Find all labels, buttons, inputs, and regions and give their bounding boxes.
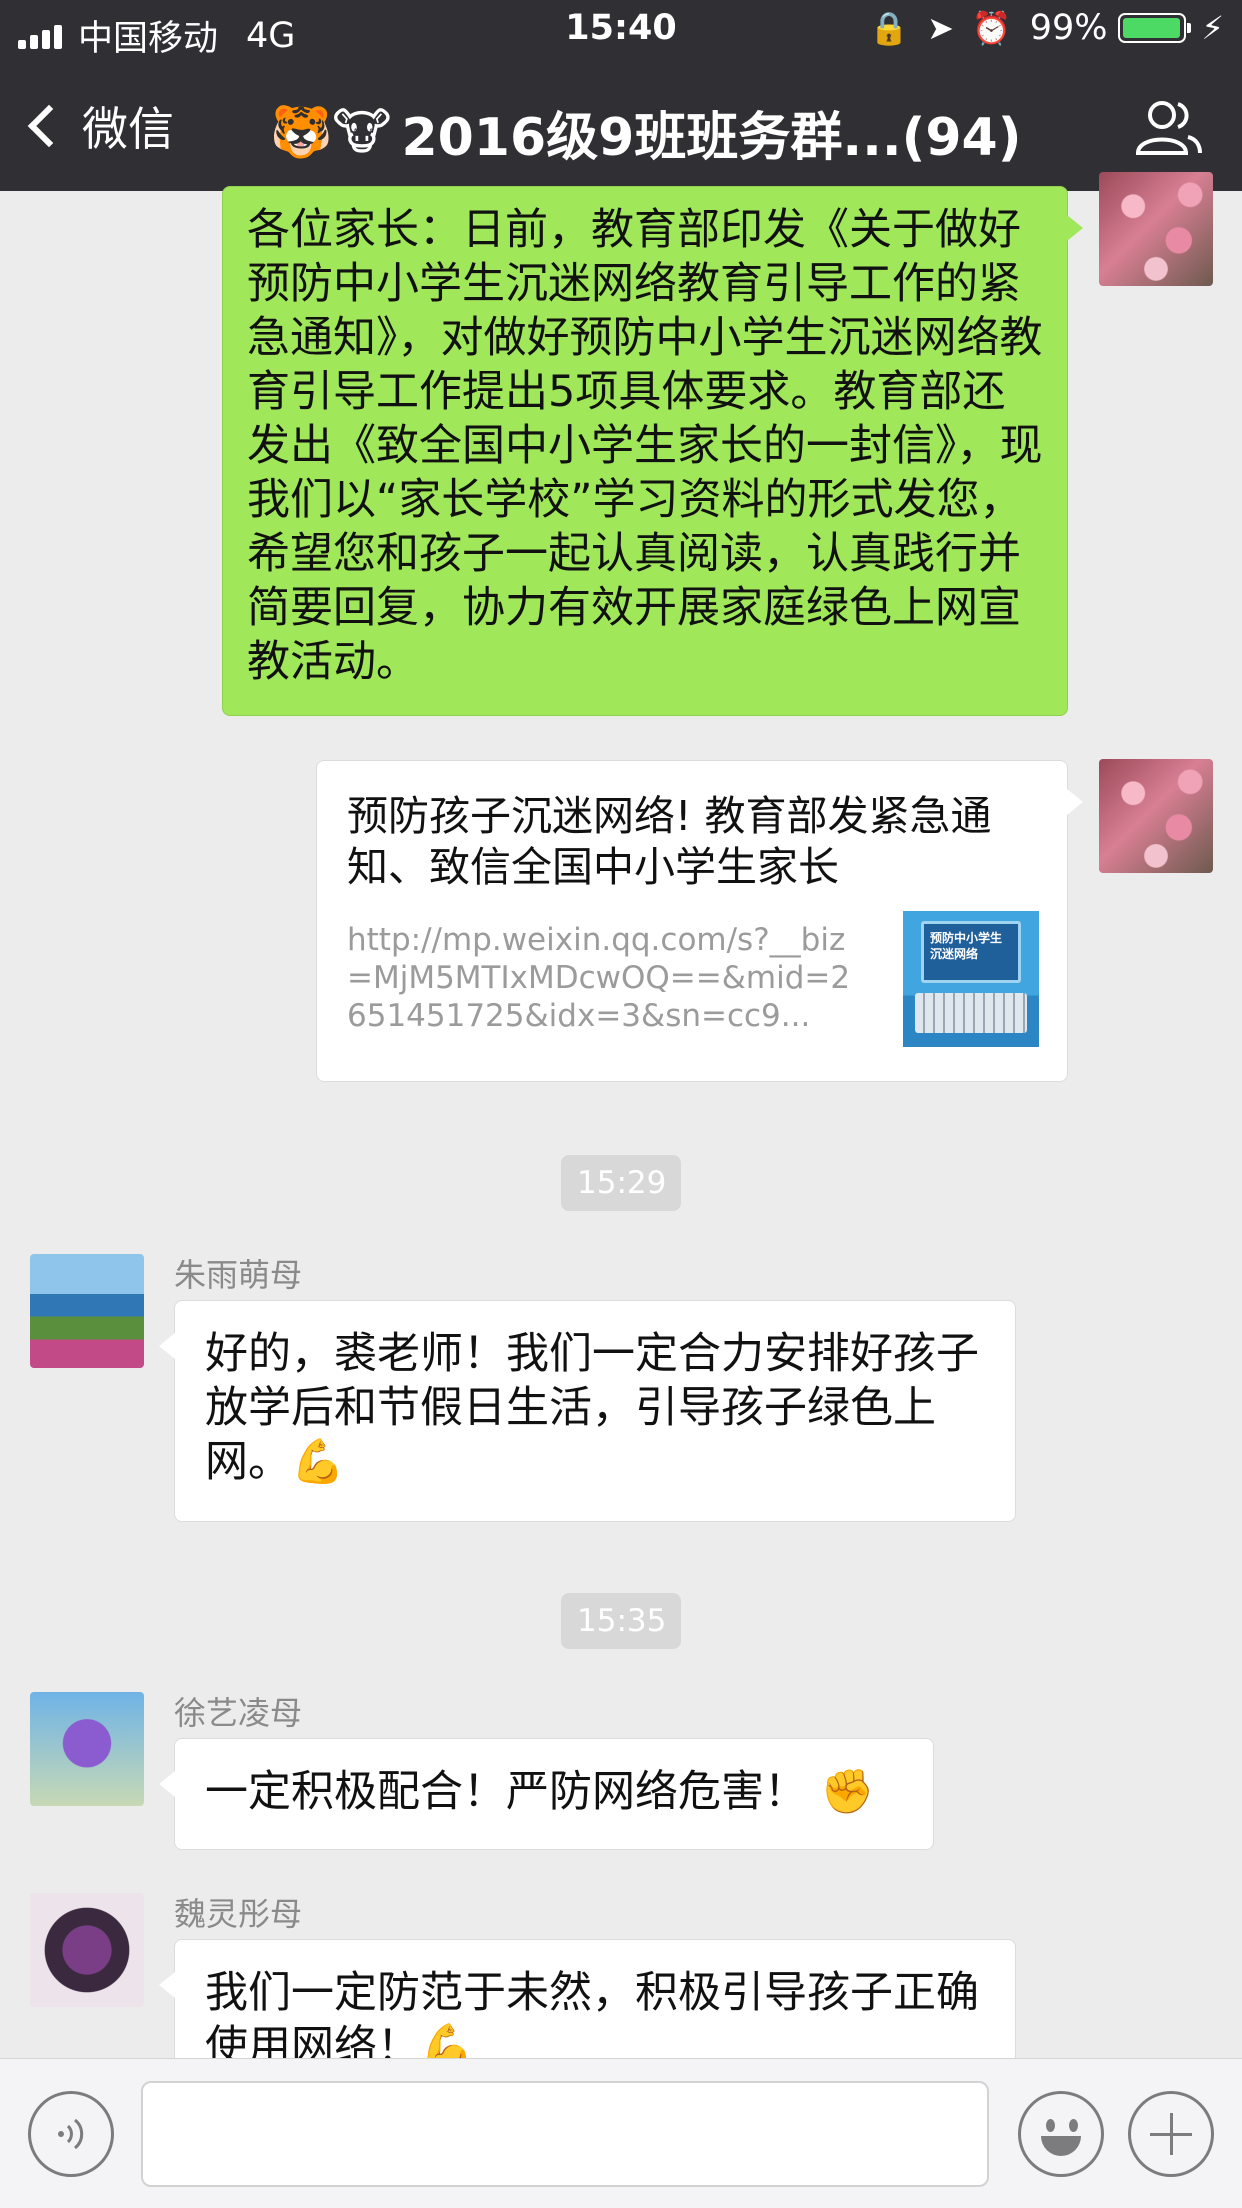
- sender-name: 魏灵彤母: [174, 1895, 303, 1933]
- sender-name: 徐艺凌母: [174, 1694, 303, 1732]
- link-card-url: http://mp.weixin.qq.com/s?__biz=MjM5MTIx…: [347, 922, 851, 1034]
- battery-percent: 99%: [1029, 8, 1108, 48]
- timestamp: 15:35: [561, 1593, 681, 1649]
- location-icon: ➤: [927, 9, 954, 47]
- link-card-thumbnail: 预防中小学生 沉迷网络: [903, 911, 1039, 1047]
- voice-button[interactable]: [28, 2091, 114, 2177]
- sender-avatar[interactable]: [30, 1893, 144, 2007]
- sender-name: 朱雨萌母: [174, 1256, 303, 1294]
- back-chevron-icon: [27, 104, 71, 148]
- message-text: 一定积极配合！严防网络危害！ ✊: [205, 1767, 875, 1817]
- nav-bar: 微信 🐯🐮 2016级9班班务群...(94): [0, 75, 1242, 185]
- message-bubble-outgoing[interactable]: 各位家长：日前，教育部印发《关于做好预防中小学生沉迷网络教育引导工作的紧急通知》…: [222, 186, 1083, 716]
- battery-icon: [1117, 13, 1191, 43]
- title-emojis: 🐯🐮: [270, 103, 392, 161]
- my-avatar[interactable]: [1099, 172, 1213, 286]
- thumbnail-keyboard: [915, 993, 1027, 1033]
- group-members-icon[interactable]: [1134, 97, 1204, 157]
- thumbnail-text: 预防中小学生 沉迷网络: [930, 931, 1003, 961]
- my-avatar[interactable]: [1099, 759, 1213, 873]
- message-text: 各位家长：日前，教育部印发《关于做好预防中小学生沉迷网络教育引导工作的紧急通知》…: [247, 205, 1043, 687]
- link-card-title: 预防孩子沉迷网络! 教育部发紧急通知、致信全国中小学生家长: [347, 792, 992, 891]
- back-label: 微信: [82, 102, 174, 156]
- timestamp: 15:29: [561, 1155, 681, 1211]
- back-button[interactable]: 微信: [22, 93, 174, 159]
- message-input[interactable]: [141, 2081, 989, 2187]
- message-text: 好的，裘老师！我们一定合力安排好孩子放学后和节假日生活，引导孩子绿色上网。💪: [205, 1329, 979, 1487]
- voice-icon: [58, 2118, 84, 2150]
- sender-avatar[interactable]: [30, 1254, 144, 1368]
- message-bubble-incoming[interactable]: 好的，裘老师！我们一定合力安排好孩子放学后和节假日生活，引导孩子绿色上网。💪: [159, 1300, 1016, 1522]
- emoji-button[interactable]: [1018, 2091, 1104, 2177]
- top-bar: 中国移动 4G 15:40 🔒 ➤ ⏰ 99% ⚡ 微信 🐯🐮 2016级9班班…: [0, 0, 1242, 191]
- charging-icon: ⚡: [1201, 9, 1224, 47]
- input-bar: [0, 2058, 1242, 2208]
- thumbnail-screen: 预防中小学生 沉迷网络: [921, 921, 1021, 983]
- alarm-icon: ⏰: [971, 9, 1012, 47]
- link-card[interactable]: 预防孩子沉迷网络! 教育部发紧急通知、致信全国中小学生家长 http://mp.…: [316, 760, 1083, 1082]
- sender-avatar[interactable]: [30, 1692, 144, 1806]
- message-bubble-incoming[interactable]: 一定积极配合！严防网络危害！ ✊: [159, 1738, 934, 1850]
- chat-title-text: 2016级9班班务群...(94): [401, 108, 1022, 168]
- chat-title: 🐯🐮 2016级9班班务群...(94): [270, 95, 1022, 170]
- more-button[interactable]: [1128, 2091, 1214, 2177]
- orientation-lock-icon: 🔒: [869, 9, 910, 47]
- status-bar: 中国移动 4G 15:40 🔒 ➤ ⏰ 99% ⚡: [0, 0, 1242, 62]
